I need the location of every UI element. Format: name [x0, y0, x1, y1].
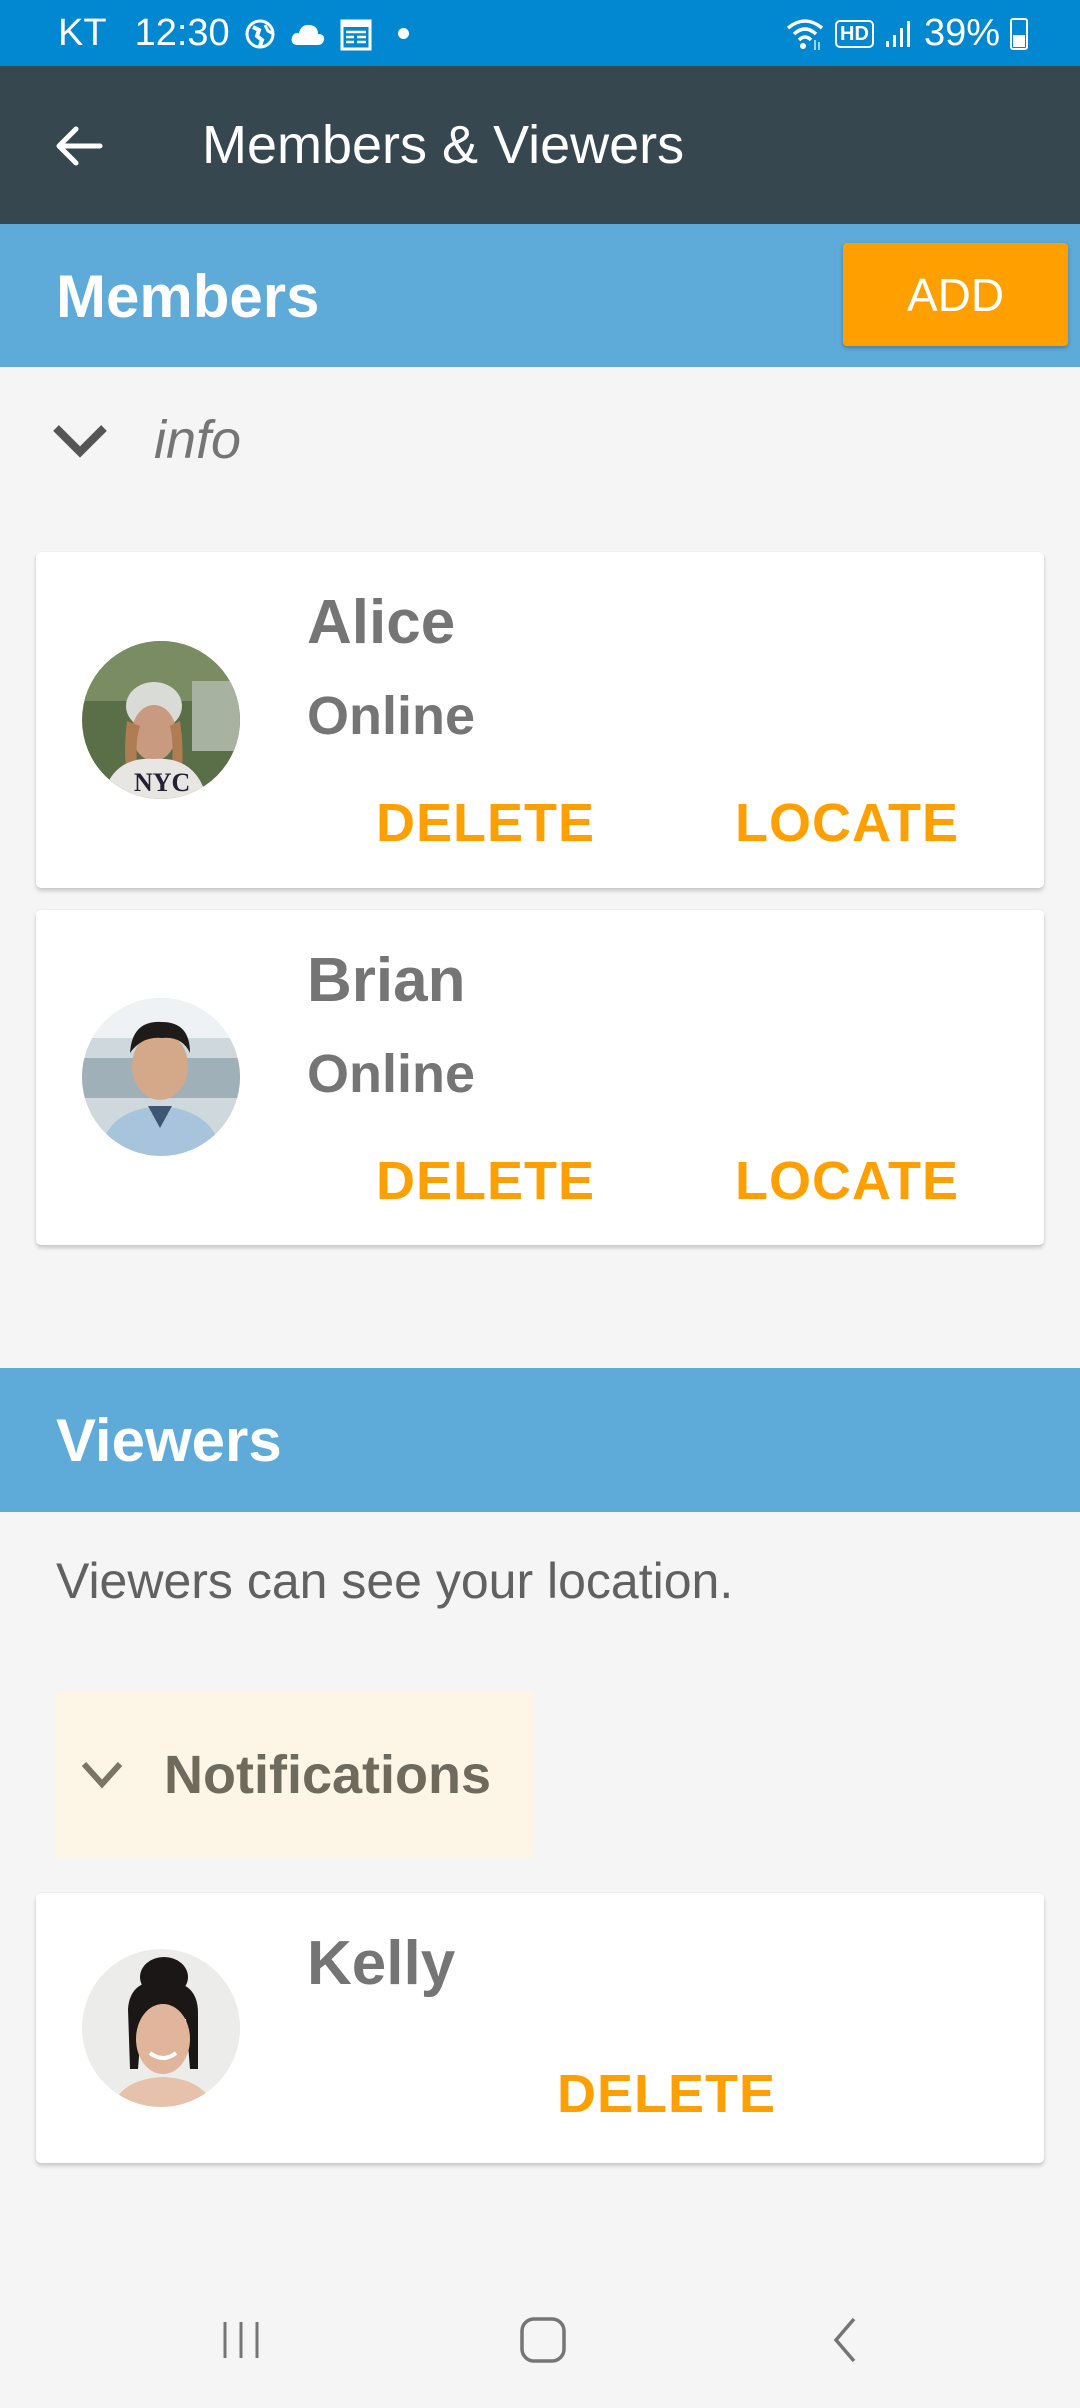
recents-icon [223, 2322, 259, 2358]
delete-button[interactable]: DELETE [557, 2063, 776, 2125]
status-right: HD 39% [785, 12, 1028, 55]
svg-text:NYC: NYC [134, 768, 190, 797]
member-card: Brian Online DELETE LOCATE [36, 910, 1044, 1245]
viewers-description: Viewers can see your location. [56, 1553, 734, 1609]
member-status: Online [307, 686, 476, 746]
member-card: NYC Alice Online DELETE LOCATE [36, 552, 1044, 888]
delete-button[interactable]: DELETE [376, 792, 595, 854]
viewer-card: Kelly DELETE [36, 1893, 1044, 2163]
delete-button[interactable]: DELETE [376, 1150, 595, 1212]
avatar [82, 998, 240, 1156]
carrier-label: KT [58, 12, 107, 54]
battery-percent: 39% [923, 12, 1000, 54]
nav-back-button[interactable] [800, 2300, 890, 2380]
notification-dot-icon [397, 28, 409, 39]
notifications-label: Notifications [164, 1745, 492, 1805]
info-label: info [154, 410, 242, 470]
member-name: Brian [307, 946, 466, 1015]
page-title: Members & Viewers [202, 115, 685, 175]
arrow-left-icon [56, 126, 103, 166]
chevron-down-icon [81, 1761, 123, 1789]
battery-icon [1010, 17, 1028, 50]
avatar [82, 1949, 240, 2107]
member-status: Online [307, 1044, 476, 1104]
status-bar: KT 12:30 HD 39% [0, 0, 1080, 66]
recents-button[interactable] [196, 2300, 286, 2380]
app-bar: Members & Viewers [0, 66, 1080, 224]
globe-icon [245, 19, 275, 48]
wifi-icon [786, 18, 824, 50]
member-name: Alice [307, 588, 456, 657]
back-icon [833, 2317, 856, 2363]
add-member-button[interactable]: ADD [843, 243, 1068, 346]
status-left: KT 12:30 [58, 12, 409, 55]
home-icon [520, 2317, 566, 2363]
notifications-toggle[interactable]: Notifications [56, 1692, 533, 1858]
home-button[interactable] [498, 2300, 588, 2380]
info-toggle[interactable]: info [50, 395, 241, 485]
system-nav-bar [0, 2260, 1080, 2408]
back-button[interactable] [50, 116, 110, 176]
members-header: Members ADD [0, 224, 1080, 367]
cloud-icon [291, 24, 324, 45]
members-title: Members [56, 263, 320, 330]
locate-button[interactable]: LOCATE [735, 1150, 959, 1212]
hd-voice-icon: HD [835, 19, 874, 48]
avatar: NYC [82, 641, 240, 799]
calendar-icon [340, 19, 372, 50]
signal-icon [885, 20, 910, 47]
viewer-name: Kelly [307, 1929, 456, 1998]
locate-button[interactable]: LOCATE [735, 792, 959, 854]
clock: 12:30 [134, 12, 230, 54]
viewers-title: Viewers [56, 1407, 282, 1474]
viewers-header: Viewers [0, 1368, 1080, 1512]
chevron-down-icon [53, 425, 107, 458]
